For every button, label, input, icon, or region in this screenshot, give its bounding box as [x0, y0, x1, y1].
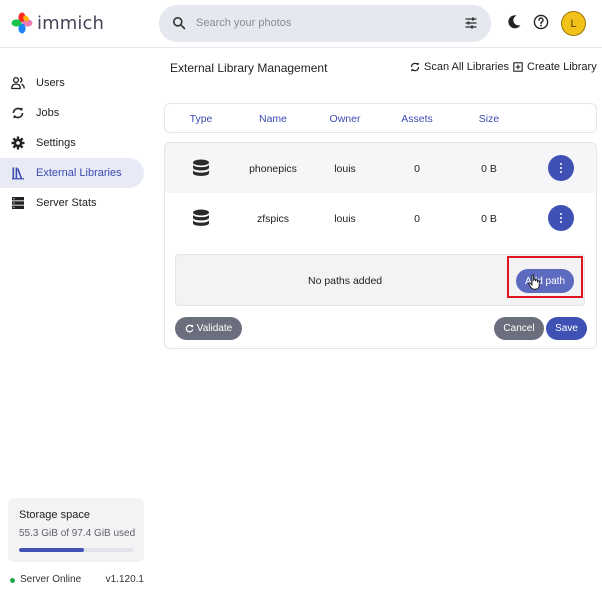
save-button[interactable]: Save [546, 317, 587, 340]
highlight-box [507, 256, 583, 298]
avatar[interactable]: L [561, 11, 586, 36]
top-bar: immich Search your photos L [0, 0, 602, 48]
library-size: 0 B [481, 163, 497, 175]
library-options-button[interactable] [548, 205, 574, 231]
column-header-name: Name [258, 113, 288, 125]
library-name: phonepics [249, 163, 297, 175]
column-header-owner: Owner [329, 113, 361, 125]
sidebar-item-settings[interactable]: Settings [0, 128, 144, 158]
library-name: zfspics [256, 213, 290, 225]
library-table: phonepics louis 0 0 B zfspics louis 0 0 … [164, 142, 597, 349]
server-status-text: Server Online [20, 574, 82, 585]
column-header-assets: Assets [401, 113, 433, 125]
scan-all-libraries-button[interactable]: Scan All Libraries [410, 61, 509, 73]
search-bar[interactable]: Search your photos [159, 5, 491, 42]
library-owner: louis [334, 163, 356, 175]
column-header-size: Size [478, 113, 500, 125]
sidebar-item-label: Jobs [36, 107, 60, 119]
more-vertical-icon [560, 212, 562, 224]
server-version[interactable]: v1.120.1 [106, 574, 144, 585]
import-paths-panel: No paths added Add path [175, 254, 585, 306]
storage-bar-fill [19, 548, 84, 552]
library-icon [12, 167, 24, 180]
column-header-type: Type [189, 113, 213, 125]
library-options-button[interactable] [548, 155, 574, 181]
server-icon [12, 197, 24, 209]
immich-logo[interactable]: immich [11, 12, 104, 34]
users-icon [11, 76, 25, 90]
database-icon [193, 159, 209, 176]
sync-icon [12, 107, 24, 119]
create-library-label: Create Library [527, 61, 597, 73]
library-owner: louis [334, 213, 356, 225]
storage-used-text: 55.3 GiB of 97.4 GiB used [19, 528, 136, 539]
library-assets: 0 [414, 213, 420, 225]
library-size: 0 B [481, 213, 497, 225]
add-box-icon [513, 62, 523, 72]
refresh-icon [410, 62, 420, 72]
search-input[interactable]: Search your photos [196, 17, 291, 29]
logo-text: immich [37, 12, 104, 34]
scan-all-label: Scan All Libraries [424, 61, 509, 73]
sidebar-item-label: Users [36, 77, 65, 89]
refresh-icon [185, 324, 194, 333]
search-icon [173, 17, 186, 30]
library-assets: 0 [414, 163, 420, 175]
server-status: Server Online v1.120.1 [10, 574, 144, 588]
dark-mode-icon[interactable] [506, 14, 522, 30]
filter-options-icon[interactable] [464, 16, 478, 30]
sidebar: Users Jobs Settings External Libraries S… [0, 48, 154, 600]
immich-logo-icon [11, 12, 33, 34]
sidebar-item-label: External Libraries [36, 167, 122, 179]
online-status-icon [10, 578, 15, 583]
sidebar-item-label: Settings [36, 137, 76, 149]
table-header: Type Name Owner Assets Size [164, 103, 597, 133]
hand-pointer-icon [528, 274, 540, 290]
table-row: zfspics louis 0 0 B [165, 193, 596, 243]
validate-label: Validate [196, 323, 233, 334]
sidebar-item-server-stats[interactable]: Server Stats [0, 188, 144, 218]
sidebar-item-jobs[interactable]: Jobs [0, 98, 144, 128]
no-paths-text: No paths added [308, 275, 383, 287]
cancel-button[interactable]: Cancel [494, 317, 544, 340]
sidebar-item-users[interactable]: Users [0, 68, 144, 98]
sidebar-item-label: Server Stats [36, 197, 97, 209]
database-icon [193, 209, 209, 226]
sidebar-item-external-libraries[interactable]: External Libraries [0, 158, 144, 188]
validate-button[interactable]: Validate [175, 317, 242, 340]
page-title: External Library Management [170, 61, 328, 75]
create-library-button[interactable]: Create Library [513, 61, 597, 73]
more-vertical-icon [560, 162, 562, 174]
storage-panel: Storage space 55.3 GiB of 97.4 GiB used [8, 498, 144, 562]
help-icon[interactable] [533, 14, 549, 30]
storage-bar [19, 548, 133, 552]
gear-icon [11, 136, 25, 150]
storage-title: Storage space [19, 509, 90, 521]
table-row: phonepics louis 0 0 B [165, 143, 596, 193]
